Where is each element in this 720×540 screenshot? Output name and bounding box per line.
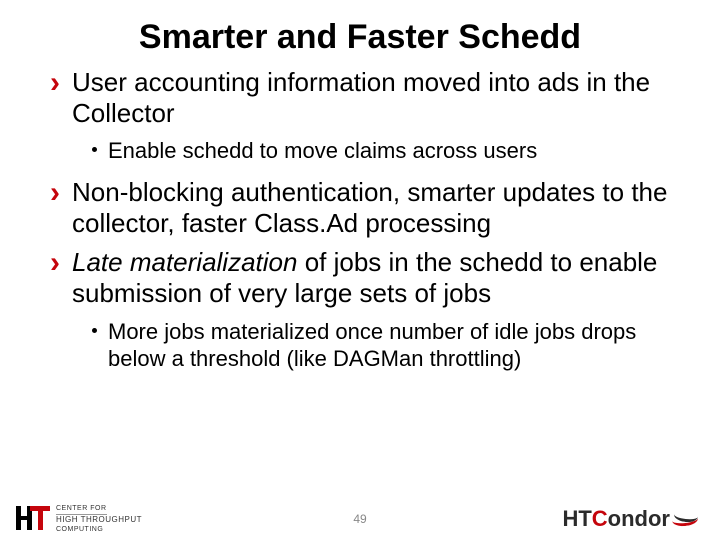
slide-title: Smarter and Faster Schedd bbox=[0, 0, 720, 67]
bullet-item: Non-blocking authentication, smarter upd… bbox=[50, 177, 690, 239]
slide-content: User accounting information moved into a… bbox=[0, 67, 720, 373]
swoosh-icon bbox=[672, 507, 702, 531]
htc-center-logo: CENTER FOR HIGH THROUGHPUT COMPUTING bbox=[16, 504, 142, 534]
page-number: 49 bbox=[353, 512, 366, 526]
ht-mark-icon bbox=[16, 504, 50, 534]
bullet-item: Late materialization of jobs in the sche… bbox=[50, 247, 690, 309]
sub-bullet-item: More jobs materialized once number of id… bbox=[92, 318, 690, 373]
slide-footer: CENTER FOR HIGH THROUGHPUT COMPUTING 49 … bbox=[0, 492, 720, 540]
sub-bullet-item: Enable schedd to move claims across user… bbox=[92, 137, 690, 165]
htc-center-text: CENTER FOR HIGH THROUGHPUT COMPUTING bbox=[56, 504, 142, 533]
bullet-item: User accounting information moved into a… bbox=[50, 67, 690, 129]
htcondor-logo: HTCondor bbox=[562, 506, 702, 532]
